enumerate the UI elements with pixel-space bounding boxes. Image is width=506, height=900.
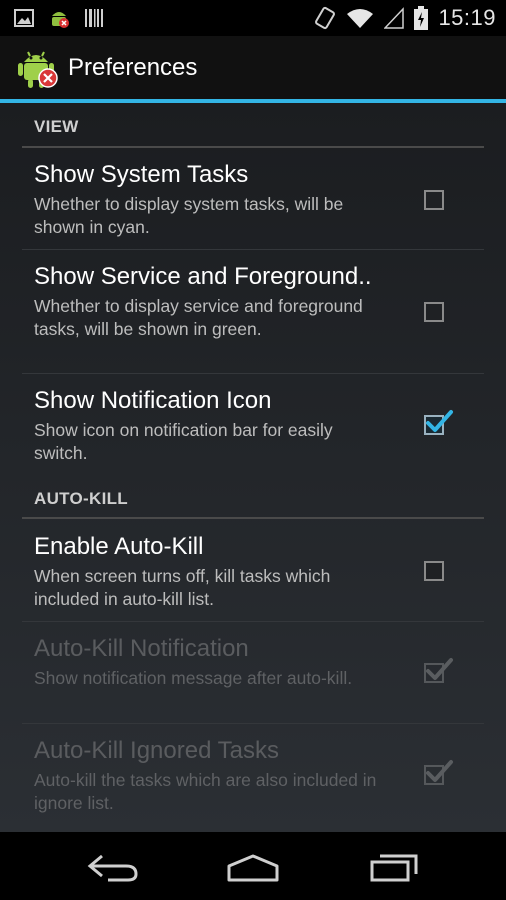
enable-auto-kill-checkbox[interactable] bbox=[424, 561, 444, 581]
category-view-header: VIEW bbox=[34, 117, 79, 136]
pref-summary: Whether to display service and foregroun… bbox=[34, 296, 363, 339]
pref-show-service-foreground[interactable]: Show Service and Foreground.. Whether to… bbox=[22, 263, 484, 373]
pref-summary: Show notification message after auto-kil… bbox=[34, 668, 353, 688]
divider bbox=[22, 373, 484, 374]
pref-show-system-tasks[interactable]: Show System Tasks Whether to display sys… bbox=[22, 161, 484, 249]
pref-summary: Show icon on notification bar for easily… bbox=[34, 420, 333, 463]
barcode-notification-icon bbox=[85, 9, 103, 27]
page-title: Preferences bbox=[68, 54, 198, 81]
pref-title: Auto-Kill Ignored Tasks bbox=[34, 737, 280, 764]
pref-title: Show Service and Foreground.. bbox=[34, 263, 372, 290]
pref-summary: Auto-kill the tasks which are also inclu… bbox=[34, 770, 377, 813]
checkmark-icon bbox=[426, 410, 453, 432]
category-divider bbox=[22, 146, 484, 148]
android-app-icon[interactable] bbox=[16, 46, 60, 90]
show-system-tasks-checkbox[interactable] bbox=[424, 190, 444, 210]
battery-charging-icon bbox=[414, 6, 429, 30]
signal-icon bbox=[384, 7, 405, 29]
status-bar: 15:19 bbox=[0, 0, 506, 36]
divider bbox=[22, 723, 484, 724]
back-icon[interactable] bbox=[84, 850, 144, 882]
wifi-icon bbox=[347, 9, 374, 28]
pref-title: Show Notification Icon bbox=[34, 387, 272, 414]
category-divider bbox=[22, 517, 484, 519]
pref-show-notification-icon[interactable]: Show Notification Icon Show icon on noti… bbox=[22, 387, 484, 475]
phone-vibrate-icon bbox=[315, 6, 336, 30]
divider bbox=[22, 621, 484, 622]
android-killer-notification-icon bbox=[52, 12, 69, 28]
pref-summary: Whether to display system tasks, will be… bbox=[34, 194, 344, 237]
auto-kill-ignored-tasks-checkbox bbox=[424, 760, 453, 785]
pref-title: Auto-Kill Notification bbox=[34, 635, 249, 662]
category-auto-kill-header: AUTO-KILL bbox=[34, 489, 128, 508]
auto-kill-notification-checkbox bbox=[424, 658, 453, 683]
preferences-list: VIEW Show System Tasks Whether to displa… bbox=[0, 103, 506, 832]
pref-auto-kill-notification: Auto-Kill Notification Show notification… bbox=[22, 635, 484, 723]
show-notification-icon-checkbox[interactable] bbox=[424, 410, 453, 435]
pref-title: Show System Tasks bbox=[34, 161, 249, 188]
checkmark-icon bbox=[426, 658, 453, 680]
home-icon[interactable] bbox=[223, 850, 283, 882]
pref-auto-kill-ignored-tasks: Auto-Kill Ignored Tasks Auto-kill the ta… bbox=[22, 737, 484, 825]
pref-title: Enable Auto-Kill bbox=[34, 533, 204, 560]
show-service-foreground-checkbox[interactable] bbox=[424, 302, 444, 322]
divider bbox=[22, 249, 484, 250]
pref-enable-auto-kill[interactable]: Enable Auto-Kill When screen turns off, … bbox=[22, 533, 484, 621]
action-bar: Preferences bbox=[0, 36, 506, 100]
pref-summary: When screen turns off, kill tasks which … bbox=[34, 566, 331, 609]
status-time: 15:19 bbox=[438, 5, 496, 30]
navigation-bar bbox=[0, 832, 506, 900]
checkmark-icon bbox=[426, 760, 453, 782]
recent-apps-icon[interactable] bbox=[366, 850, 426, 882]
image-notification-icon bbox=[14, 9, 34, 27]
